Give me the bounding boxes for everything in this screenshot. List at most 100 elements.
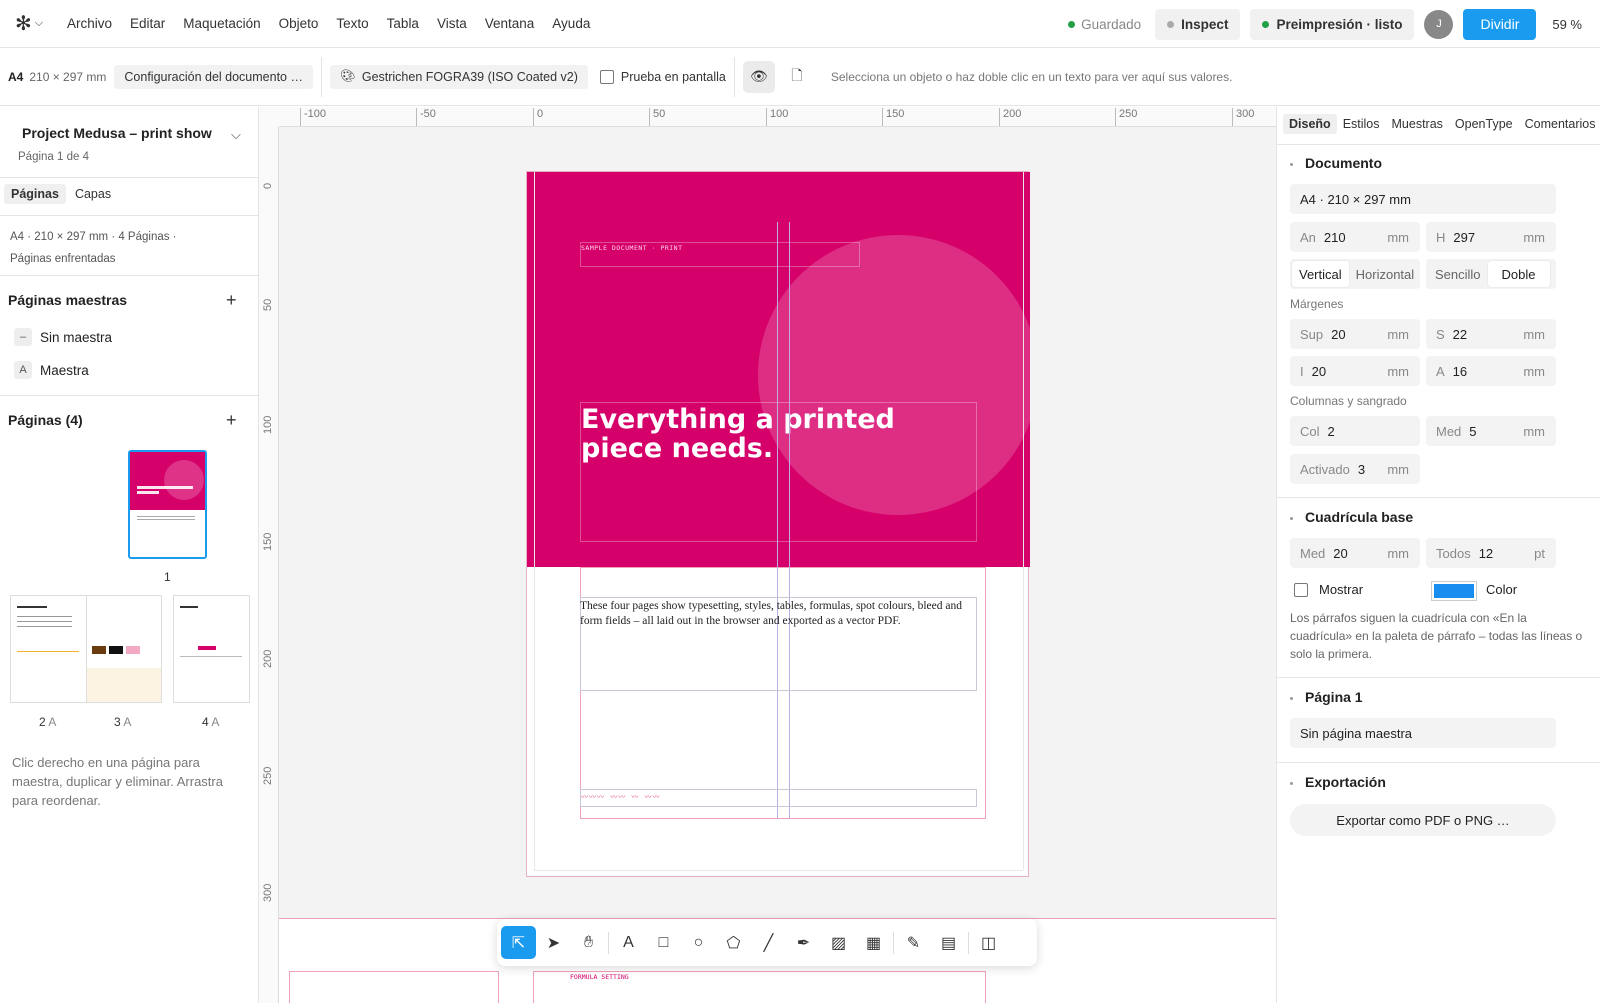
rectangle-tool[interactable]: □ bbox=[646, 926, 681, 959]
tab-styles[interactable]: Estilos bbox=[1337, 114, 1386, 134]
menu-objeto[interactable]: Objeto bbox=[270, 16, 328, 31]
tab-design[interactable]: Diseño bbox=[1283, 114, 1337, 134]
show-grid-toggle[interactable]: Mostrar bbox=[1294, 582, 1363, 597]
ruler-tick-label: 300 bbox=[1232, 108, 1254, 126]
rectangle-icon: □ bbox=[658, 933, 669, 951]
field-unit: mm bbox=[1387, 229, 1409, 245]
tab-comments[interactable]: Comentarios bbox=[1519, 114, 1600, 134]
ruler-vertical[interactable]: 0 50 100 150 200 250 300 bbox=[259, 127, 279, 1003]
export-section-heading[interactable]: Exportación bbox=[1290, 774, 1386, 790]
preview-toggle[interactable]: 👁︎ bbox=[742, 60, 775, 93]
document-section-heading[interactable]: Documento bbox=[1290, 155, 1382, 171]
menu-tabla[interactable]: Tabla bbox=[378, 16, 428, 31]
preflight-button[interactable]: Preimpresión · listo bbox=[1250, 8, 1415, 40]
page-thumbnail-1[interactable] bbox=[128, 450, 207, 559]
pencil-icon: ✎ bbox=[906, 934, 921, 952]
polygon-tool[interactable]: ⬠ bbox=[716, 926, 751, 959]
bleed-field[interactable]: Activado 3 mm bbox=[1290, 454, 1420, 484]
page-thumbnail-4[interactable] bbox=[173, 595, 250, 703]
text-frame[interactable] bbox=[580, 402, 977, 542]
menu-editar[interactable]: Editar bbox=[121, 16, 174, 31]
columns-field[interactable]: Col 2 bbox=[1290, 416, 1420, 446]
pointer-icon: ➤ bbox=[546, 934, 561, 952]
hand-tool[interactable]: ✋︎ bbox=[571, 926, 606, 959]
add-page-button[interactable]: + bbox=[226, 411, 237, 429]
menu-vista[interactable]: Vista bbox=[428, 16, 476, 31]
margin-top-field[interactable]: Sup 20 mm bbox=[1290, 319, 1420, 349]
frame-tool[interactable]: ◫ bbox=[971, 926, 1006, 959]
line-tool[interactable]: ╱ bbox=[751, 926, 786, 959]
canvas[interactable]: -100 -50 0 50 100 150 200 250 300 0 50 1… bbox=[259, 107, 1276, 1003]
show-grid-checkbox[interactable] bbox=[1294, 582, 1308, 597]
page-view-button[interactable]: 🗋 bbox=[781, 61, 813, 93]
text-frame[interactable] bbox=[580, 242, 860, 267]
table-tool[interactable]: ▦ bbox=[856, 926, 891, 959]
divider bbox=[733, 56, 735, 97]
thumb-swatch bbox=[92, 646, 106, 654]
zoom-level[interactable]: 59 % bbox=[1552, 17, 1582, 32]
field-value: 2 bbox=[1327, 423, 1335, 439]
page-master-select[interactable]: Sin página maestra bbox=[1290, 718, 1556, 748]
tab-opentype[interactable]: OpenType bbox=[1449, 114, 1519, 134]
tab-layers[interactable]: Capas bbox=[68, 184, 118, 204]
avatar[interactable]: J bbox=[1424, 9, 1454, 39]
margin-inner-field[interactable]: I 20 mm bbox=[1290, 356, 1420, 386]
pen-tool[interactable]: ✒︎ bbox=[786, 926, 821, 959]
sides-double[interactable]: Doble bbox=[1487, 261, 1550, 287]
page-size-select[interactable]: A4 · 210 × 297 mm bbox=[1290, 184, 1556, 214]
master-item-a[interactable]: A Maestra bbox=[14, 361, 89, 379]
sides-single[interactable]: Sencillo bbox=[1428, 261, 1488, 287]
orientation-landscape[interactable]: Horizontal bbox=[1349, 261, 1422, 287]
select-tool[interactable]: ⇱ bbox=[501, 926, 536, 959]
height-field[interactable]: H 297 mm bbox=[1426, 222, 1556, 252]
margin-s-field[interactable]: S 22 mm bbox=[1426, 319, 1556, 349]
hero-block[interactable]: SAMPLE DOCUMENT · PRINT Everything a pri… bbox=[527, 172, 1030, 567]
page-thumbnail-spread-2-3[interactable] bbox=[10, 595, 162, 703]
field-unit: mm bbox=[1387, 326, 1409, 342]
soft-proof-toggle[interactable]: Prueba en pantalla bbox=[599, 69, 726, 84]
thumb-rule bbox=[17, 651, 79, 652]
add-master-button[interactable]: + bbox=[226, 291, 237, 309]
menu-archivo[interactable]: Archivo bbox=[58, 16, 121, 31]
direct-select-tool[interactable]: ➤ bbox=[536, 926, 571, 959]
page-2-heading[interactable]: FORMULA SETTING bbox=[570, 973, 629, 981]
ruler-corner bbox=[259, 107, 279, 127]
menu-texto[interactable]: Texto bbox=[327, 16, 377, 31]
page-number-3: 3 A bbox=[114, 715, 131, 729]
body-text[interactable]: These four pages show typesetting, style… bbox=[580, 599, 978, 628]
soft-proof-checkbox[interactable] bbox=[599, 69, 614, 84]
width-field[interactable]: An 210 mm bbox=[1290, 222, 1420, 252]
baseline-grid-heading[interactable]: Cuadrícula base bbox=[1290, 509, 1413, 525]
grid-increment-field[interactable]: Todos 12 pt bbox=[1426, 538, 1556, 568]
project-title[interactable]: Project Medusa – print showcase bbox=[22, 125, 212, 141]
text-tool[interactable]: A bbox=[611, 926, 646, 959]
ellipse-tool[interactable]: ○ bbox=[681, 926, 716, 959]
share-button[interactable]: Dividir bbox=[1463, 8, 1537, 40]
orientation-portrait[interactable]: Vertical bbox=[1292, 261, 1349, 287]
image-tool[interactable]: ▨ bbox=[821, 926, 856, 959]
grid-color-swatch[interactable] bbox=[1431, 581, 1477, 601]
document-setup-button[interactable]: Configuración del documento … bbox=[114, 64, 313, 89]
menu-ayuda[interactable]: Ayuda bbox=[543, 16, 599, 31]
grid-start-field[interactable]: Med 20 mm bbox=[1290, 538, 1420, 568]
pencil-tool[interactable]: ✎ bbox=[896, 926, 931, 959]
comment-tool[interactable]: ▤ bbox=[931, 926, 966, 959]
gutter-field[interactable]: Med 5 mm bbox=[1426, 416, 1556, 446]
page-1[interactable]: SAMPLE DOCUMENT · PRINT Everything a pri… bbox=[526, 171, 1030, 877]
master-item-none[interactable]: – Sin maestra bbox=[14, 328, 112, 346]
color-profile-button[interactable]: 🎨︎ Gestrichen FOGRA39 (ISO Coated v2) bbox=[329, 64, 588, 89]
ruler-horizontal[interactable]: -100 -50 0 50 100 150 200 250 300 bbox=[279, 107, 1276, 127]
margin-outer-field[interactable]: A 16 mm bbox=[1426, 356, 1556, 386]
tab-pages[interactable]: Páginas bbox=[4, 184, 66, 204]
chevron-down-icon[interactable]: ⌵ bbox=[231, 127, 241, 143]
menu-ventana[interactable]: Ventana bbox=[476, 16, 544, 31]
app-logo-menu[interactable]: ✻ ⌵ bbox=[0, 0, 58, 48]
inspect-button[interactable]: Inspect bbox=[1155, 8, 1241, 40]
document-meta: A4 · 210 × 297 mm · 4 Páginas · Páginas … bbox=[10, 226, 240, 270]
tab-swatches[interactable]: Muestras bbox=[1386, 114, 1449, 134]
page-section-heading[interactable]: Página 1 bbox=[1290, 689, 1363, 705]
column-guide bbox=[789, 222, 790, 819]
field-label: S bbox=[1436, 326, 1445, 342]
export-button[interactable]: Exportar como PDF o PNG … bbox=[1290, 804, 1556, 836]
menu-maquetacion[interactable]: Maquetación bbox=[174, 16, 269, 31]
